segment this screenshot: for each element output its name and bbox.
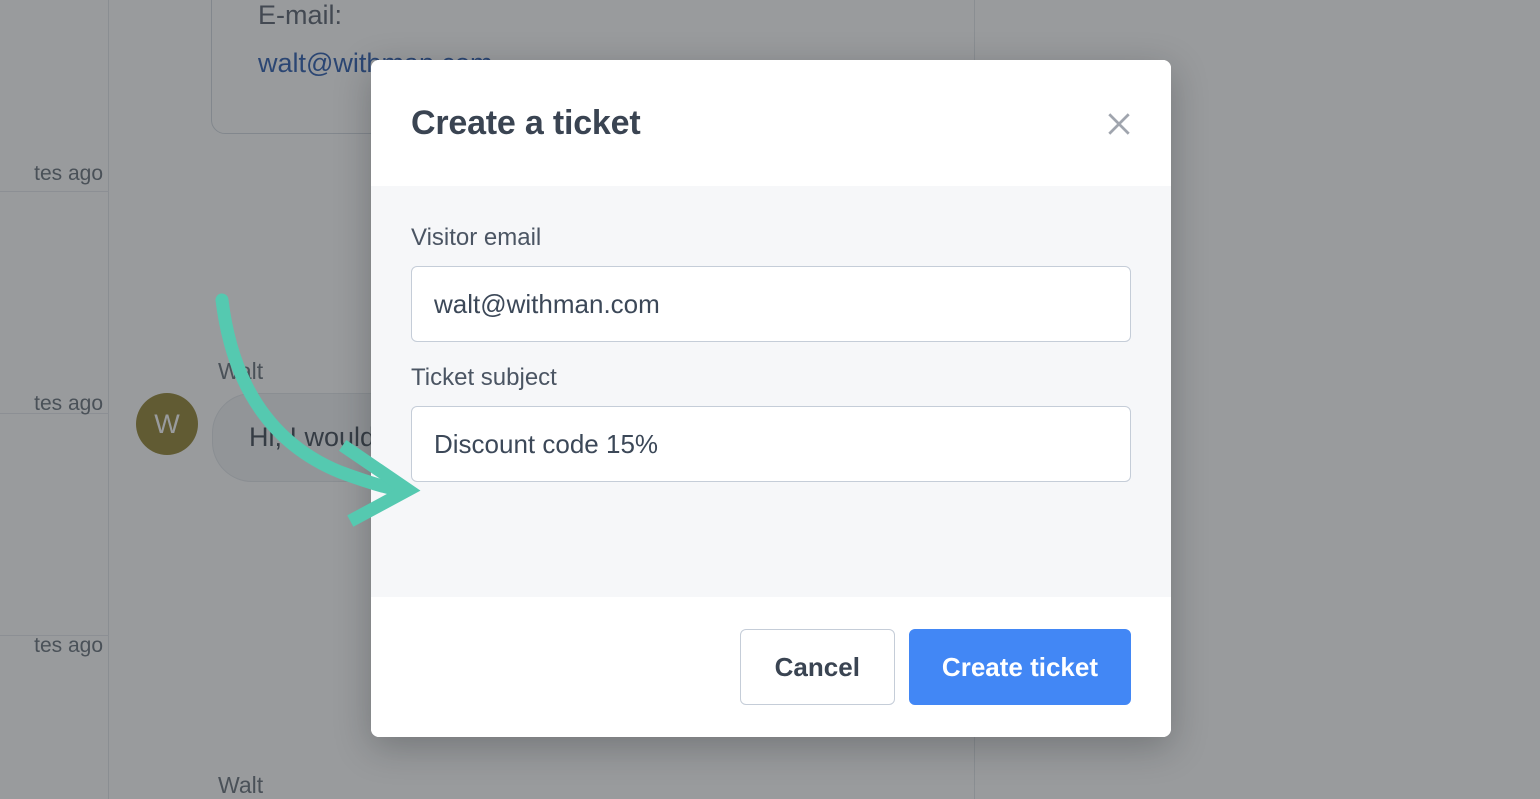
conversation-list[interactable]: tes ago tes ago tes ago xyxy=(0,0,109,799)
field-ticket-subject: Ticket subject xyxy=(411,364,1131,482)
modal-header: Create a ticket xyxy=(371,60,1171,186)
conversation-list-item[interactable]: tes ago xyxy=(0,0,109,192)
conversation-list-item[interactable] xyxy=(0,636,109,799)
close-icon[interactable] xyxy=(1101,106,1137,142)
modal-footer: Cancel Create ticket xyxy=(371,597,1171,737)
conversation-list-item[interactable]: tes ago xyxy=(0,414,109,657)
create-ticket-modal: Create a ticket Visitor email Ticket sub… xyxy=(371,60,1171,737)
field-visitor-email: Visitor email xyxy=(411,224,1131,342)
visitor-email-input[interactable] xyxy=(411,266,1131,342)
page-title: Create a ticket xyxy=(411,103,641,142)
conversation-timestamp: tes ago xyxy=(34,162,103,185)
cancel-button[interactable]: Cancel xyxy=(739,629,895,705)
visitor-email-label: Visitor email xyxy=(411,224,542,251)
email-card-label: E-mail: xyxy=(258,0,343,30)
conversation-list-item[interactable]: tes ago xyxy=(0,192,109,415)
ticket-subject-label: Ticket subject xyxy=(411,364,557,391)
message-sender-name: Walt xyxy=(218,772,264,798)
ticket-subject-input[interactable] xyxy=(411,406,1131,482)
message-group-walt-thanks: Walt xyxy=(136,772,836,799)
avatar: W xyxy=(136,393,198,455)
modal-body: Visitor email Ticket subject xyxy=(371,186,1171,597)
conversation-timestamp: tes ago xyxy=(34,392,103,415)
app-root: tes ago tes ago tes ago E-mail: walt@wit… xyxy=(0,0,1540,799)
create-ticket-button[interactable]: Create ticket xyxy=(908,629,1131,705)
